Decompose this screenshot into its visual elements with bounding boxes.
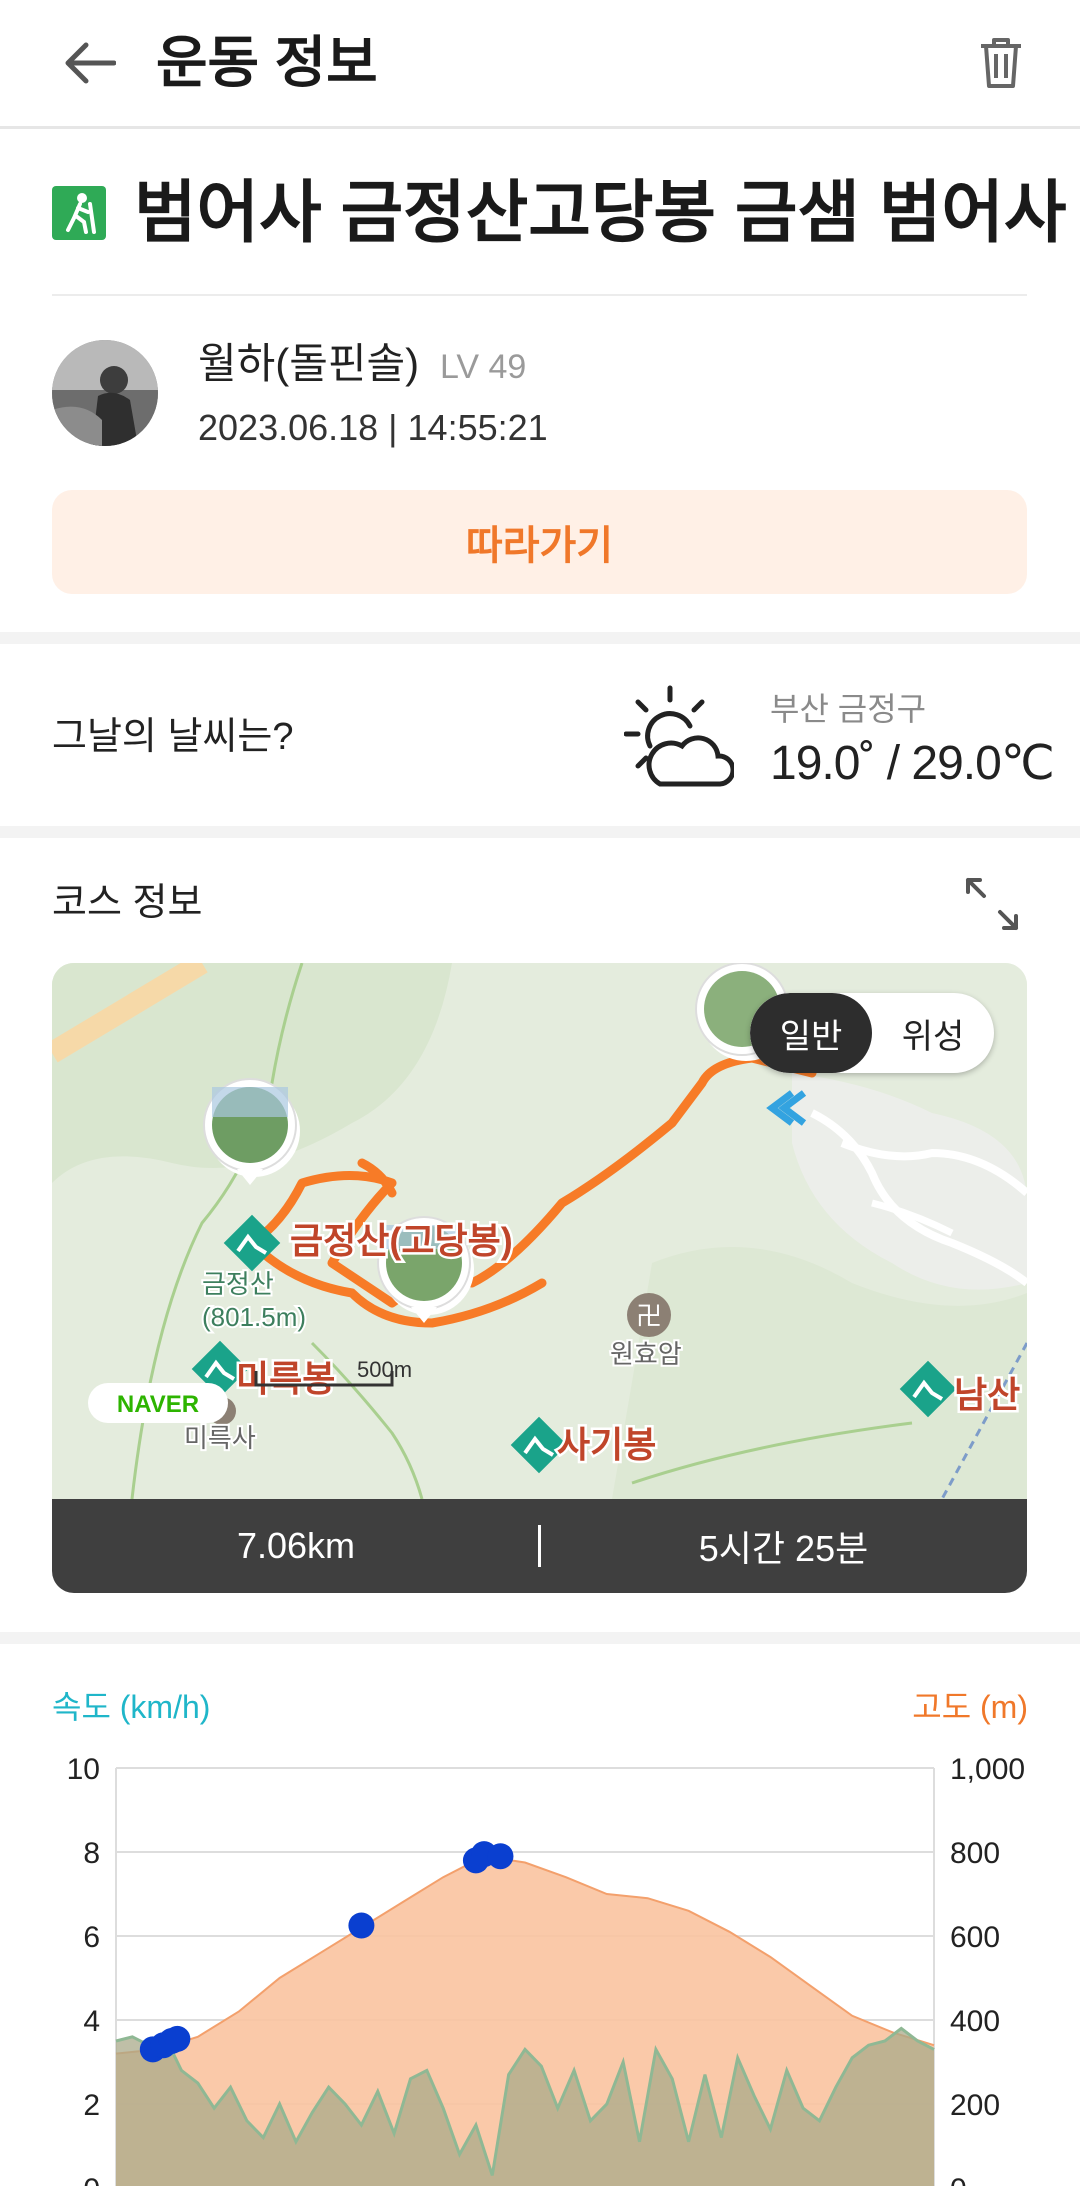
workout-datetime: 2023.06.18 | 14:55:21 — [198, 407, 548, 448]
photo-marker — [348, 1912, 375, 1939]
section-separator — [0, 632, 1080, 644]
arrow-left-icon — [65, 42, 116, 84]
author-level: LV 49 — [440, 348, 527, 386]
altitude-axis-label: 고도 (m) — [912, 1689, 1028, 1725]
workout-title: 범어사 금정산고당봉 금샘 범어사 — [134, 175, 1067, 251]
trash-icon — [981, 38, 1021, 88]
map-label-peak: 금정산(고당봉) — [290, 1220, 513, 1261]
section-separator — [0, 826, 1080, 838]
chart-right-tick-label: 200 — [950, 2089, 1000, 2122]
map-label-peak-small: 금정산 — [202, 1269, 274, 1299]
chart-right-tick-label: 800 — [950, 1837, 1000, 1870]
course-stats-bar: 7.06km 5시간 25분 — [52, 1499, 1027, 1593]
chart-right-tick-label: 400 — [950, 2005, 1000, 2038]
chart-left-tick-label: 10 — [67, 1753, 100, 1786]
speed-altitude-chart[interactable]: 10 1,000 8 800 6 600 4 400 2 200 0 0 — [0, 1740, 1080, 2186]
page-title: 운동 정보 — [156, 31, 378, 94]
chart-left-tick-label: 8 — [83, 1837, 100, 1870]
map-type-toggle: 일반 위성 — [750, 993, 994, 1073]
photo-marker — [487, 1843, 514, 1870]
chart-left-tick-label: 4 — [83, 2005, 100, 2038]
map-label-wonhyoam: 원효암 — [610, 1339, 682, 1369]
top-app-bar: 운동 정보 — [0, 0, 1080, 129]
partly-cloudy-icon — [624, 685, 734, 787]
chart-left-tick-label: 6 — [83, 1921, 100, 1954]
svg-text:卍: 卍 — [636, 1302, 662, 1332]
speed-axis-label: 속도 (km/h) — [52, 1689, 211, 1725]
delete-button[interactable] — [968, 30, 1034, 96]
map-type-satellite[interactable]: 위성 — [872, 993, 994, 1073]
follow-button[interactable]: 따라가기 — [52, 490, 1027, 594]
map-type-normal[interactable]: 일반 — [750, 993, 872, 1073]
author-name[interactable]: 월하(돌핀솔) — [198, 336, 419, 392]
distance-value: 7.06km — [236, 1525, 356, 1566]
course-label: 코스 정보 — [52, 882, 203, 924]
map-label-mireukbong: 미륵봉 — [236, 1358, 335, 1399]
chart-left-tick-label: 0 — [83, 2173, 100, 2186]
hiking-icon — [52, 186, 106, 240]
back-button[interactable] — [54, 30, 126, 96]
section-separator — [0, 1632, 1080, 1644]
weather-location: 부산 금정구 — [770, 691, 927, 727]
chart-right-tick-label: 0 — [950, 2173, 967, 2186]
map-label-elevation: (801.5m) — [202, 1302, 306, 1332]
map-label-namsan: 남산 — [954, 1374, 1020, 1415]
map-scale: 500m — [357, 1357, 412, 1382]
divider — [52, 294, 1027, 296]
map-label-sagibong: 사기봉 — [557, 1424, 656, 1465]
photo-marker — [164, 2025, 191, 2052]
chart-right-tick-label: 1,000 — [950, 1753, 1025, 1786]
weather-temperature: 19.0˚ / 29.0℃ — [770, 737, 1055, 790]
avatar[interactable] — [52, 340, 158, 446]
weather-question: 그날의 날씨는? — [52, 716, 294, 758]
expand-icon[interactable] — [962, 874, 1022, 934]
map-label-mireuksa: 미륵사 — [184, 1423, 256, 1453]
duration-value: 5시간 25분 — [698, 1528, 869, 1569]
chart-left-tick-label: 2 — [83, 2089, 100, 2122]
chart-right-tick-label: 600 — [950, 1921, 1000, 1954]
naver-logo: NAVER — [117, 1391, 199, 1418]
